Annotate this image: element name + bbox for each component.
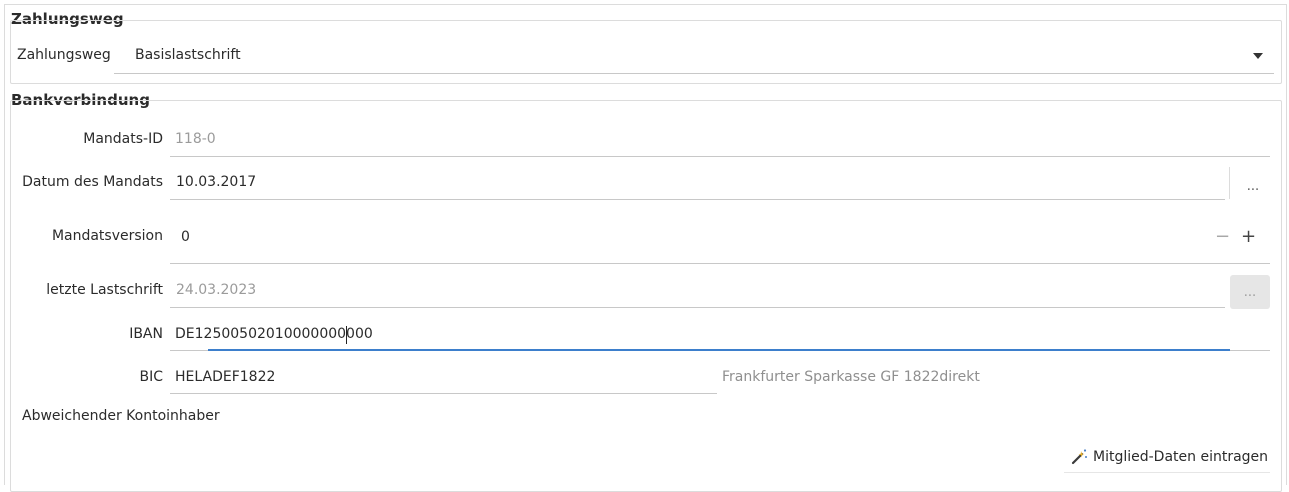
mandats-id-field: 118-0 xyxy=(170,124,1270,157)
mitglied-daten-eintragen-button[interactable]: Mitglied-Daten eintragen xyxy=(1064,442,1270,473)
magic-wand-icon xyxy=(1071,449,1087,465)
divider xyxy=(1229,167,1230,199)
mandats-id-value: 118-0 xyxy=(175,131,216,147)
mitglied-daten-eintragen-label: Mitglied-Daten eintragen xyxy=(1093,449,1269,465)
bank-name-text: Frankfurter Sparkasse GF 1822direkt xyxy=(722,369,980,385)
bic-label: BIC xyxy=(139,369,163,385)
text-caret xyxy=(346,326,347,344)
divider xyxy=(1230,350,1270,351)
mandatsversion-value: 0 xyxy=(181,229,190,245)
datum-des-mandats-label: Datum des Mandats xyxy=(22,174,163,190)
mandats-id-label: Mandats-ID xyxy=(83,131,163,147)
increment-button[interactable]: + xyxy=(1241,228,1256,246)
zahlungsweg-select[interactable]: Basislastschrift xyxy=(114,40,1274,74)
letzte-lastschrift-picker-button: ... xyxy=(1230,275,1270,309)
zahlungsweg-label: Zahlungsweg xyxy=(17,47,111,63)
letzte-lastschrift-value: 24.03.2023 xyxy=(176,282,257,298)
triangle-down-icon xyxy=(1253,53,1263,59)
datum-picker-button[interactable]: ... xyxy=(1236,173,1270,199)
abweichender-kontoinhaber-label: Abweichender Kontoinhaber xyxy=(22,408,220,424)
datum-des-mandats-input[interactable]: 10.03.2017 xyxy=(170,167,1225,200)
mandatsversion-spinbox[interactable]: 0 − + xyxy=(170,212,1270,264)
datum-des-mandats-value: 10.03.2017 xyxy=(176,174,257,190)
decrement-button[interactable]: − xyxy=(1215,228,1230,246)
mandatsversion-label: Mandatsversion xyxy=(51,228,163,244)
bic-input[interactable]: HELADEF1822 xyxy=(170,362,717,394)
iban-input[interactable]: DE12500502010000000000 xyxy=(170,319,1230,351)
letzte-lastschrift-field: 24.03.2023 xyxy=(170,275,1225,308)
letzte-lastschrift-label: letzte Lastschrift xyxy=(46,282,163,298)
divider xyxy=(170,350,208,351)
iban-label: IBAN xyxy=(129,326,163,342)
zahlungsweg-select-value: Basislastschrift xyxy=(135,47,241,63)
iban-value: DE12500502010000000000 xyxy=(175,326,373,342)
focus-underline xyxy=(208,349,1230,351)
bic-value: HELADEF1822 xyxy=(175,369,276,385)
